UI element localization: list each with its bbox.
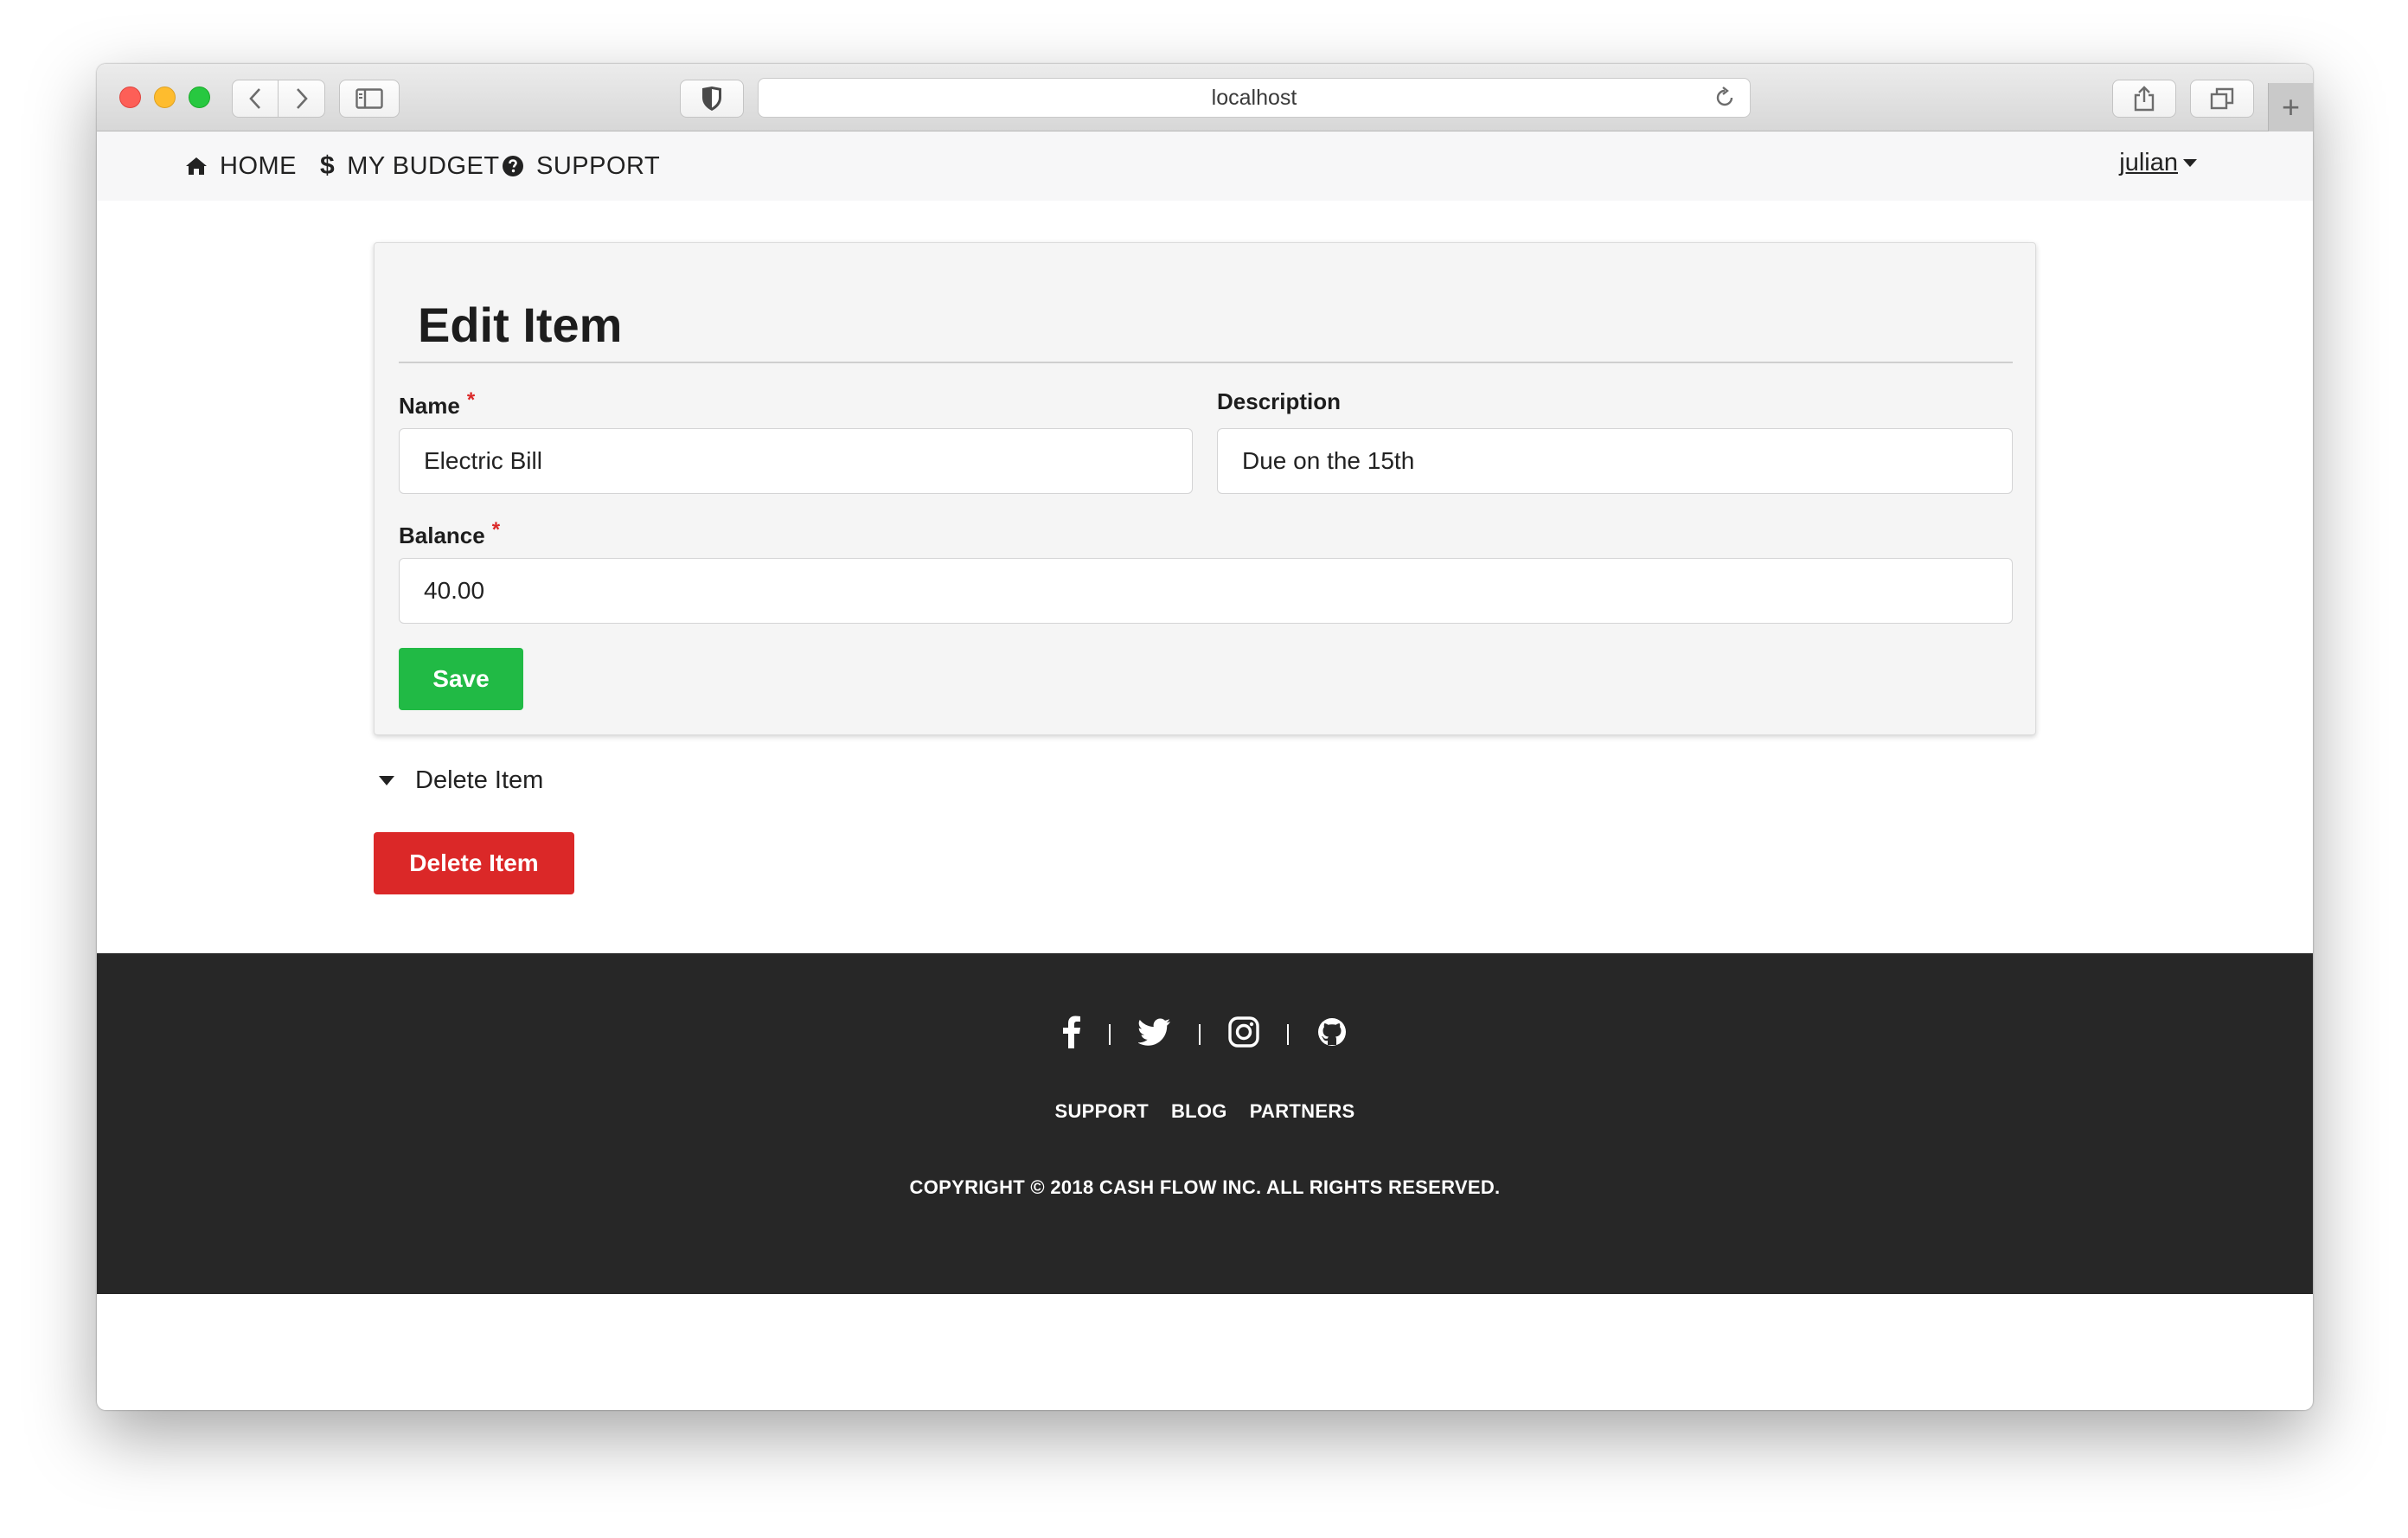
name-input-value: Electric Bill — [424, 447, 542, 474]
url-text: localhost — [1211, 85, 1297, 110]
nav-home[interactable]: HOME — [185, 152, 297, 181]
footer-link-partners[interactable]: PARTNERS — [1250, 1100, 1355, 1123]
back-button[interactable] — [233, 80, 279, 117]
shield-icon — [702, 87, 721, 111]
nav-my-budget-label: MY BUDGET — [347, 151, 500, 180]
browser-titlebar: localhost + — [97, 64, 2313, 131]
social-links — [97, 1016, 2313, 1053]
balance-input[interactable]: 40.00 — [399, 558, 2013, 624]
description-label-text: Description — [1217, 388, 1342, 414]
nav-home-label: HOME — [220, 151, 297, 180]
share-button[interactable] — [2112, 80, 2176, 118]
balance-input-value: 40.00 — [424, 577, 485, 604]
minimize-window-button[interactable] — [154, 87, 176, 108]
description-input-value: Due on the 15th — [1242, 447, 1415, 474]
name-input[interactable]: Electric Bill — [399, 428, 1193, 494]
browser-window: localhost + HOME $ MY BUDGET SUPPORT jul… — [97, 64, 2313, 1410]
tabs-icon — [2210, 87, 2234, 110]
sidebar-icon — [355, 88, 383, 109]
delete-item-toggle[interactable]: Delete Item — [379, 766, 543, 795]
balance-label-text: Balance — [399, 522, 485, 548]
privacy-shield-button[interactable] — [680, 80, 744, 118]
required-marker: * — [466, 388, 476, 412]
tabs-overview-button[interactable] — [2190, 80, 2254, 118]
name-label-text: Name — [399, 393, 460, 419]
title-divider — [399, 362, 2013, 363]
new-tab-button[interactable]: + — [2268, 83, 2313, 131]
sidebar-toggle-button[interactable] — [339, 80, 400, 118]
delete-item-button[interactable]: Delete Item — [374, 832, 574, 894]
nav-support[interactable]: SUPPORT — [502, 152, 660, 181]
social-separator — [1109, 1023, 1111, 1045]
reload-icon[interactable] — [1713, 87, 1736, 115]
dollar-icon: $ — [320, 151, 336, 180]
app-navbar: HOME $ MY BUDGET SUPPORT julian — [97, 131, 2313, 201]
description-input[interactable]: Due on the 15th — [1217, 428, 2013, 494]
forward-button[interactable] — [279, 80, 324, 117]
required-marker: * — [491, 518, 501, 542]
edit-item-card: Edit Item Name * Electric Bill Descriptio… — [374, 242, 2036, 735]
close-window-button[interactable] — [119, 87, 141, 108]
social-separator — [1287, 1023, 1289, 1045]
balance-label: Balance * — [399, 518, 500, 549]
zoom-window-button[interactable] — [189, 87, 210, 108]
twitter-icon[interactable] — [1137, 1018, 1171, 1050]
save-button[interactable]: Save — [399, 648, 523, 710]
home-icon — [185, 156, 208, 176]
github-icon[interactable] — [1316, 1016, 1348, 1052]
instagram-icon[interactable] — [1228, 1016, 1259, 1052]
footer: SUPPORT BLOG PARTNERS COPYRIGHT © 2018 C… — [97, 953, 2313, 1294]
user-dropdown[interactable]: julian — [2119, 149, 2197, 177]
user-name: julian — [2119, 149, 2178, 176]
footer-links: SUPPORT BLOG PARTNERS — [97, 1100, 2313, 1123]
nav-support-label: SUPPORT — [536, 151, 661, 180]
question-circle-icon — [502, 155, 524, 177]
facebook-icon[interactable] — [1062, 1016, 1081, 1053]
caret-down-icon — [379, 776, 394, 785]
page-title: Edit Item — [418, 298, 623, 352]
copyright-text: COPYRIGHT © 2018 CASH FLOW INC. ALL RIGH… — [909, 1176, 1501, 1198]
chevron-right-icon — [296, 88, 308, 109]
caret-down-icon — [2183, 159, 2197, 167]
address-bar[interactable]: localhost — [758, 78, 1751, 118]
name-label: Name * — [399, 388, 475, 420]
social-separator — [1199, 1023, 1201, 1045]
share-icon — [2134, 86, 2155, 112]
description-label: Description — [1217, 388, 1341, 415]
delete-toggle-label: Delete Item — [415, 766, 544, 794]
footer-link-support[interactable]: SUPPORT — [1055, 1100, 1149, 1123]
plus-icon: + — [2281, 89, 2301, 125]
chevron-left-icon — [249, 88, 260, 109]
nav-my-budget[interactable]: $ MY BUDGET — [320, 151, 500, 181]
history-nav — [232, 80, 325, 118]
footer-link-blog[interactable]: BLOG — [1171, 1100, 1227, 1123]
